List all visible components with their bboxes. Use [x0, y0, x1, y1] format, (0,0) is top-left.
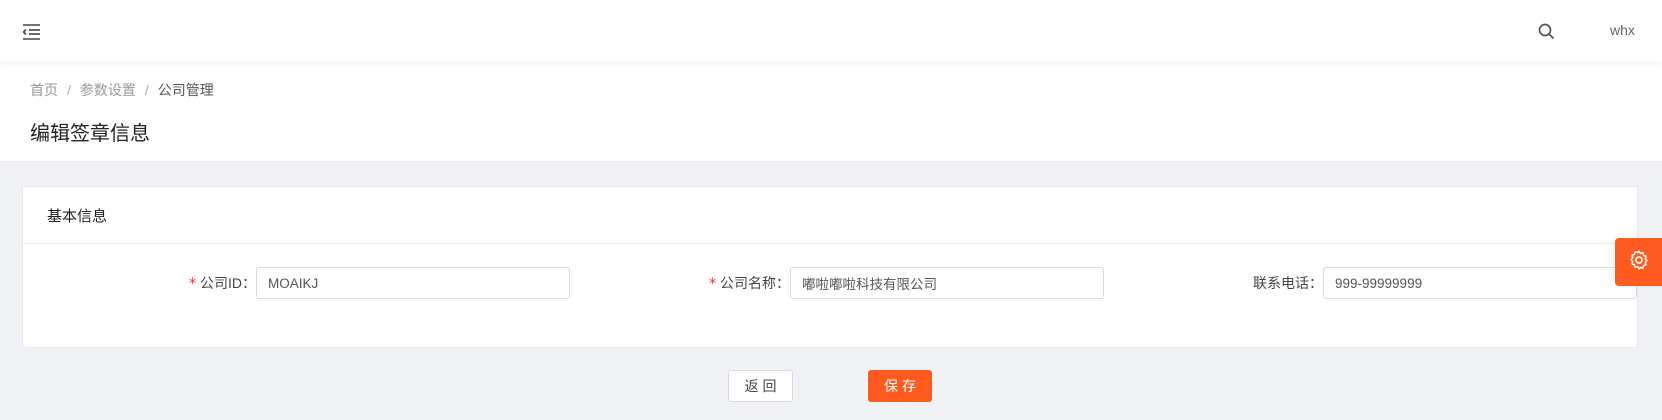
phone-label: 联系电话： — [1209, 273, 1323, 293]
company-id-label: * 公司ID： — [163, 273, 256, 293]
back-button[interactable]: 返回 — [728, 370, 793, 402]
gear-icon — [1628, 249, 1650, 276]
top-navbar: whx — [0, 0, 1662, 62]
company-name-input[interactable] — [790, 267, 1104, 299]
card-header: 基本信息 — [23, 187, 1637, 244]
company-name-item: * 公司名称： — [675, 267, 1104, 299]
page-header: 首页 / 参数设置 / 公司管理 编辑签章信息 — [0, 62, 1662, 162]
company-name-label: * 公司名称： — [675, 273, 790, 293]
breadcrumb-separator: / — [67, 82, 71, 98]
company-id-label-text: 公司ID： — [200, 275, 256, 291]
settings-float-button[interactable] — [1615, 238, 1662, 286]
basic-info-card: 基本信息 *公司ID： *公司名称： 联系电话： — [22, 186, 1638, 348]
menu-fold-icon[interactable] — [20, 20, 44, 44]
breadcrumb-company-management: 公司管理 — [157, 82, 214, 98]
breadcrumb-separator: / — [144, 82, 149, 98]
required-mark: * — [709, 276, 716, 292]
required-mark: * — [189, 276, 196, 292]
company-id-item: * 公司ID： — [163, 267, 570, 299]
search-icon[interactable] — [1537, 22, 1557, 42]
phone-input[interactable] — [1323, 267, 1637, 299]
phone-label-text: 联系电话： — [1253, 275, 1323, 291]
company-id-input[interactable] — [256, 267, 570, 299]
user-name[interactable]: whx — [1610, 22, 1635, 38]
page-title: 编辑签章信息 — [30, 123, 150, 145]
breadcrumb-param-settings[interactable]: 参数设置 — [80, 80, 136, 100]
form-row: *公司ID： *公司名称： 联系电话： — [23, 244, 1637, 348]
breadcrumb-home[interactable]: 首页 — [30, 80, 58, 100]
phone-item: 联系电话： — [1209, 267, 1637, 299]
company-name-label-text: 公司名称： — [720, 275, 790, 291]
card-title: 基本信息 — [47, 207, 108, 225]
breadcrumb: 首页 / 参数设置 / 公司管理 — [30, 80, 214, 100]
save-button[interactable]: 保存 — [868, 370, 932, 402]
